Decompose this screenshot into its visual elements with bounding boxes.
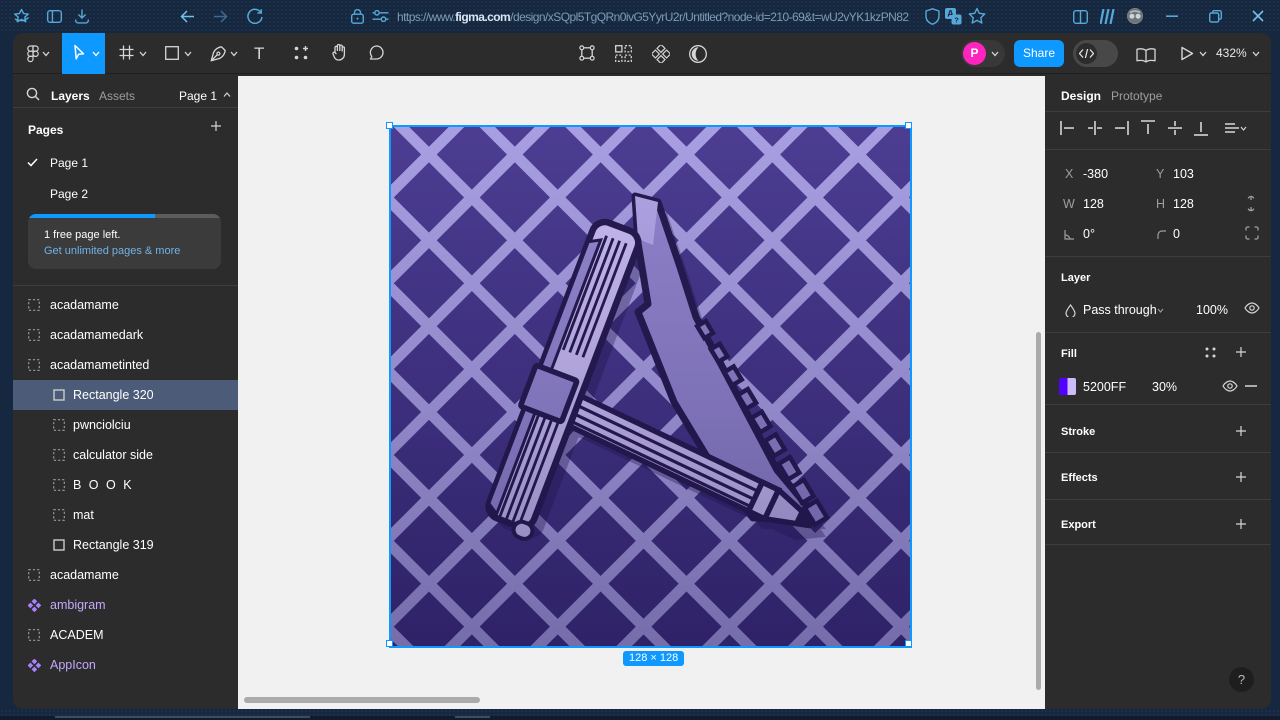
svg-text:?: ? — [954, 16, 959, 25]
